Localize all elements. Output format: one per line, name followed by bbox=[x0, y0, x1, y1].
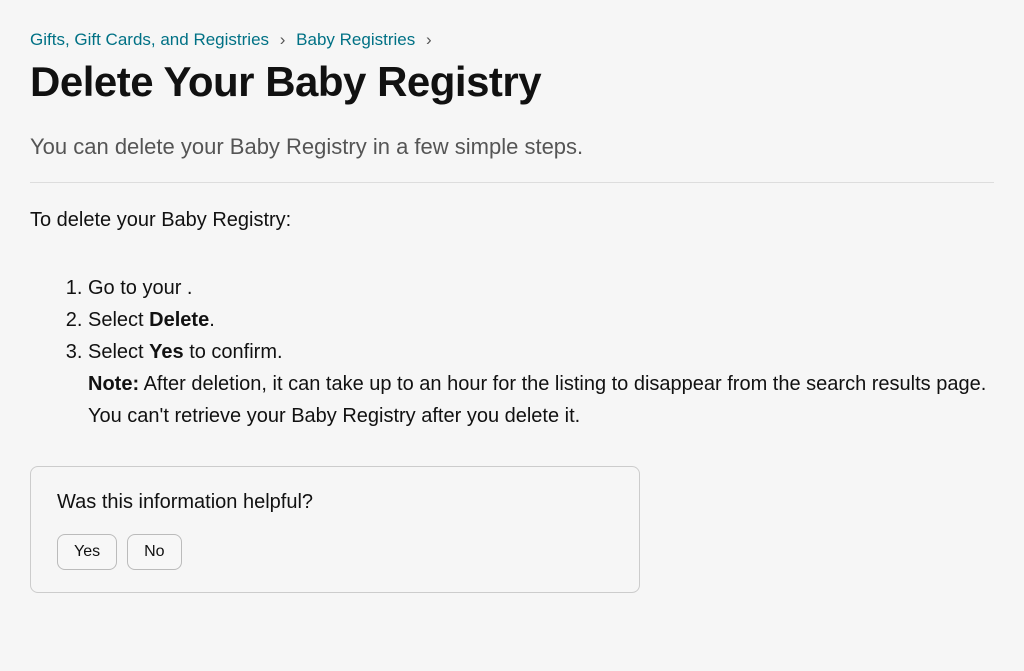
breadcrumb-separator: › bbox=[280, 30, 286, 49]
breadcrumb-link-gifts[interactable]: Gifts, Gift Cards, and Registries bbox=[30, 30, 269, 49]
step-1-text: Go to your . bbox=[88, 277, 193, 299]
step-3-bold: Yes bbox=[149, 341, 183, 363]
step-3: Select Yes to confirm. Note: After delet… bbox=[88, 336, 994, 432]
breadcrumb: Gifts, Gift Cards, and Registries › Baby… bbox=[30, 30, 994, 50]
steps-list: Go to your . Select Delete. Select Yes t… bbox=[30, 272, 994, 432]
feedback-box: Was this information helpful? Yes No bbox=[30, 466, 640, 593]
step-2: Select Delete. bbox=[88, 304, 994, 336]
breadcrumb-separator: › bbox=[426, 30, 432, 49]
note-text: After deletion, it can take up to an hou… bbox=[88, 373, 986, 427]
feedback-question: Was this information helpful? bbox=[57, 491, 613, 514]
feedback-no-button[interactable]: No bbox=[127, 534, 181, 570]
step-3-suffix: to confirm. bbox=[184, 341, 283, 363]
step-2-suffix: . bbox=[209, 309, 215, 331]
note-label: Note: bbox=[88, 373, 139, 395]
feedback-yes-button[interactable]: Yes bbox=[57, 534, 117, 570]
feedback-buttons: Yes No bbox=[57, 534, 613, 570]
step-3-prefix: Select bbox=[88, 341, 149, 363]
step-2-prefix: Select bbox=[88, 309, 149, 331]
step-2-bold: Delete bbox=[149, 309, 209, 331]
breadcrumb-link-baby-registries[interactable]: Baby Registries bbox=[296, 30, 415, 49]
page-title: Delete Your Baby Registry bbox=[30, 58, 994, 106]
step-1: Go to your . bbox=[88, 272, 994, 304]
intro-text: To delete your Baby Registry: bbox=[30, 209, 994, 232]
divider bbox=[30, 182, 994, 183]
page-subtitle: You can delete your Baby Registry in a f… bbox=[30, 134, 994, 160]
